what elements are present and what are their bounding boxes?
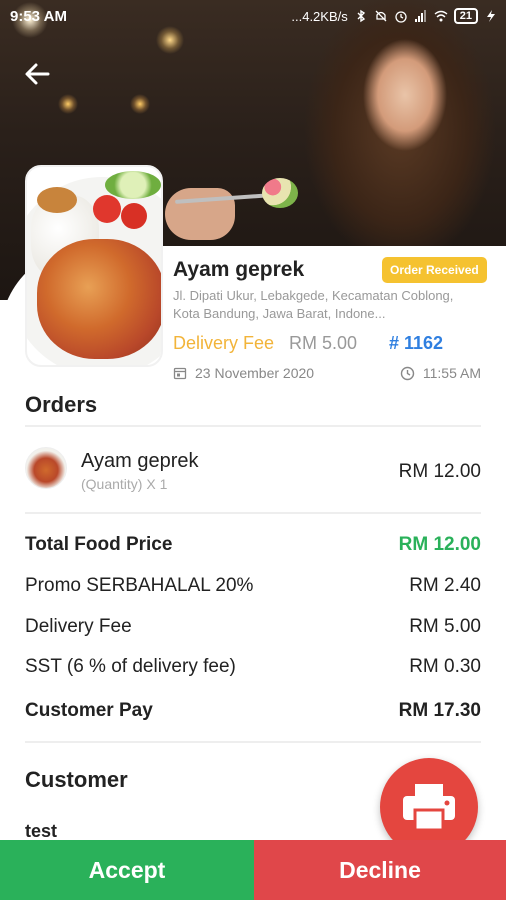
network-speed: ...4.2KB/s xyxy=(291,8,348,24)
status-icons: ...4.2KB/s 21 xyxy=(291,8,498,24)
food-chicken xyxy=(37,239,161,359)
divider xyxy=(25,512,481,514)
delivery-fee-value: RM 5.00 xyxy=(289,333,358,353)
summary-label: Customer Pay xyxy=(25,700,153,721)
food-thumbnail xyxy=(25,165,163,367)
restaurant-address: Jl. Dipati Ukur, Lebakgede, Kecamatan Co… xyxy=(173,288,454,321)
order-date: 23 November 2020 xyxy=(173,365,314,381)
printer-icon xyxy=(403,784,455,832)
hero-food-bite xyxy=(262,178,298,208)
order-item-thumbnail xyxy=(25,447,67,489)
food-tomato xyxy=(121,203,147,229)
back-arrow-icon[interactable] xyxy=(22,58,54,90)
divider xyxy=(25,741,481,743)
summary-label: Delivery Fee xyxy=(25,616,132,637)
status-bar: 9:53 AM ...4.2KB/s 21 xyxy=(0,0,506,34)
food-cucumber xyxy=(105,171,161,199)
order-item-quantity: (Quantity) X 1 xyxy=(81,476,168,492)
summary-label: SST (6 % of delivery fee) xyxy=(25,656,236,677)
orders-title: Orders xyxy=(25,392,98,417)
charging-icon xyxy=(487,10,495,22)
status-badge: Order Received xyxy=(382,257,487,283)
divider xyxy=(25,425,481,427)
order-number: # 1162 xyxy=(389,333,444,353)
summary-label: Total Food Price xyxy=(25,534,173,555)
order-item-name: Ayam geprek xyxy=(81,450,199,472)
summary-value: RM 2.40 xyxy=(409,575,481,596)
summary-label: Promo SERBAHALAL 20% xyxy=(25,575,254,596)
accept-button[interactable]: Accept xyxy=(0,840,254,900)
mute-icon xyxy=(375,10,387,22)
alarm-icon xyxy=(395,11,407,23)
summary-value: RM 12.00 xyxy=(398,534,481,555)
signal-icon xyxy=(414,10,426,22)
food-tomato xyxy=(93,195,121,223)
food-crunch xyxy=(37,187,77,213)
delivery-fee-label: Delivery Fee xyxy=(173,333,275,353)
order-date-text: 23 November 2020 xyxy=(195,365,315,381)
order-time-text: 11:55 AM xyxy=(422,365,481,381)
bluetooth-icon xyxy=(357,9,365,23)
order-item-price: RM 12.00 xyxy=(398,461,481,482)
summary-value: RM 5.00 xyxy=(409,616,481,637)
order-time: 11:55 AM xyxy=(400,365,481,381)
status-time: 9:53 AM xyxy=(10,8,67,25)
calendar-icon xyxy=(173,367,187,380)
restaurant-name: Ayam geprek xyxy=(173,258,305,281)
decline-button[interactable]: Decline xyxy=(254,840,506,900)
clock-icon xyxy=(400,366,415,380)
battery-icon: 21 xyxy=(453,8,478,24)
customer-title: Customer xyxy=(25,767,128,792)
wifi-icon xyxy=(434,10,448,22)
summary-value: RM 0.30 xyxy=(409,656,481,677)
customer-name: test xyxy=(25,821,58,841)
summary-value: RM 17.30 xyxy=(398,700,481,721)
